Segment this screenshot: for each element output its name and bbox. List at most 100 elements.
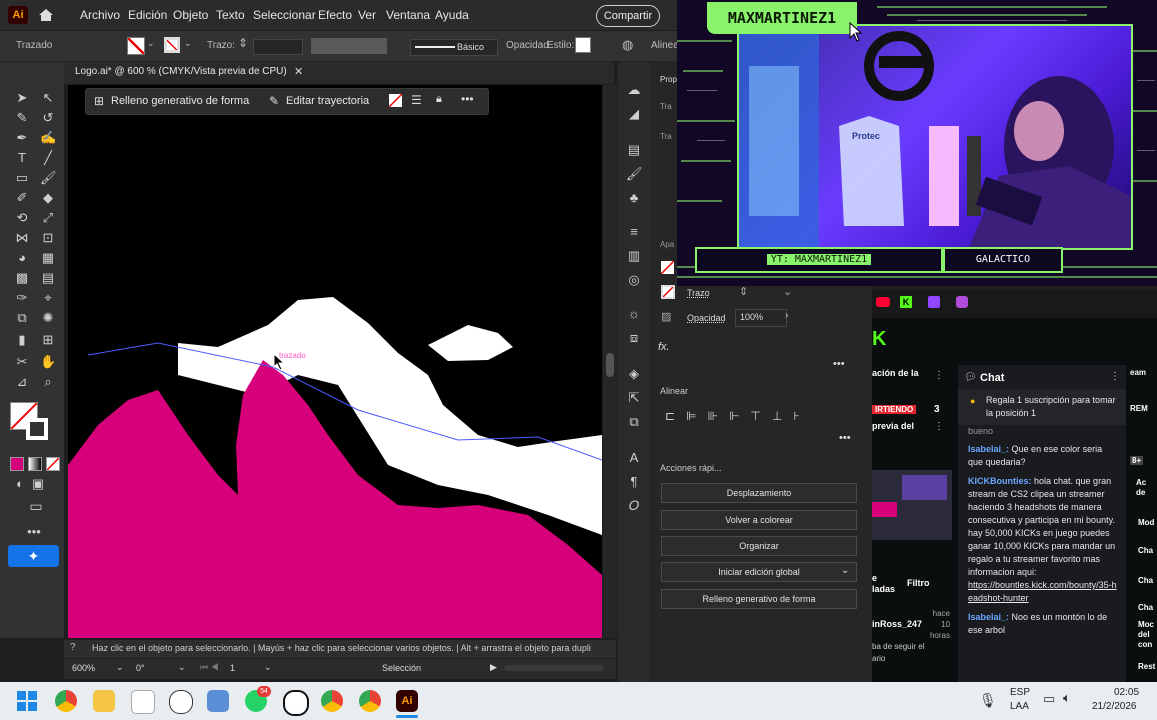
help-icon[interactable]: ? [70,642,76,653]
document-tab[interactable]: Logo.ai* @ 600 % (CMYK/Vista previa de C… [75,66,287,77]
filter-button[interactable]: Filtro [907,578,930,588]
share-button[interactable]: Compartir [596,5,660,27]
chevron-down-icon[interactable]: ⌄ [178,662,186,673]
more-options-icon[interactable]: ••• [833,358,845,370]
menu-efecto[interactable]: Efecto [318,8,352,22]
menu-texto[interactable]: Texto [216,8,245,22]
rectangle-tool-icon[interactable]: ▭ [14,170,30,186]
more-options-icon[interactable]: ⋮ [934,370,944,381]
properties-icon[interactable]: ◢ [626,106,642,122]
generative-fill-shape-button[interactable]: Relleno generativo de forma [661,589,857,609]
windows-start-icon[interactable] [16,690,38,712]
chevron-down-icon[interactable]: ⌄ [264,662,272,673]
network-icon[interactable]: ▭ [1043,691,1055,707]
extension-icon[interactable] [956,296,968,308]
mesh-tool-icon[interactable]: ▩ [14,270,30,286]
width-tool-icon[interactable]: ⋈ [14,230,30,246]
illustrator-taskbar-icon[interactable]: Ai [396,690,418,712]
eraser-icon[interactable]: ◆ [40,190,56,206]
free-transform-icon[interactable]: ⊡ [40,230,56,246]
direct-selection-icon[interactable]: ↖ [40,90,56,106]
type-tool-icon[interactable]: T [14,150,30,166]
menu-ventana[interactable]: Ventana [386,8,430,22]
none-mode-button[interactable] [46,457,60,471]
curvature-icon[interactable]: ✍ [40,130,56,146]
opentype-icon[interactable]: 𝑂 [626,498,642,514]
selection-tool-icon[interactable]: ➤ [14,90,30,106]
rotation-value[interactable]: 0° [136,663,145,673]
more-options-icon[interactable]: ⋮ [1110,371,1120,382]
stroke-label[interactable]: Trazo [687,288,710,298]
microphone-icon[interactable]: 🎙︎ [979,692,997,709]
edit-path-icon[interactable]: ✎ [269,94,279,108]
vertical-scrollbar[interactable] [603,85,617,638]
calculator-icon[interactable] [207,690,229,712]
close-icon[interactable]: ✕ [294,65,303,78]
print-tiling-icon[interactable]: ⊿ [14,374,30,390]
perspective-icon[interactable]: ▦ [40,250,56,266]
chat-username[interactable]: KICKBounties: [968,476,1032,486]
language-indicator[interactable]: ESP [1010,687,1030,698]
artboard-number[interactable]: 1 [230,663,235,673]
menu-ver[interactable]: Ver [358,8,376,22]
screen-mode-icon[interactable]: ▣ [30,476,46,492]
edit-path-button[interactable]: Editar trayectoria [286,95,369,107]
clock-date[interactable]: 21/2/2026 [1092,701,1137,712]
youtube-icon[interactable] [876,297,890,307]
fill-swatch[interactable] [127,37,145,55]
chevron-right-icon[interactable]: › [785,310,788,321]
measure-icon[interactable]: ⌖ [40,290,56,306]
stepper-icon[interactable]: ⇕ [739,285,748,298]
more-tools-icon[interactable]: ••• [26,524,42,540]
align-buttons-row[interactable]: ⊏⊫⊪⊩⊤⊥⊦ [665,409,845,425]
opacity-label[interactable]: Opacidad [506,40,549,51]
home-icon[interactable] [37,6,55,24]
slice-tool-icon[interactable]: ✂ [14,354,30,370]
scale-tool-icon[interactable]: ⤢ [40,210,56,226]
properties-tab[interactable]: Prop [660,75,677,84]
globe-icon[interactable]: ◍ [622,37,633,53]
artboard-tool-icon[interactable]: ⊞ [40,332,56,348]
volume-icon[interactable]: 🔈︎ [1063,690,1071,706]
layers-panel-icon[interactable]: ▤ [626,142,642,158]
snipping-tool-icon[interactable] [131,690,155,714]
chevron-down-icon[interactable]: ⌄ [184,38,192,49]
clock-time[interactable]: 02:05 [1114,687,1139,698]
scroll-thumb[interactable] [606,353,614,377]
chat-link[interactable]: https://bountles.kick.com/bounty/35-head… [968,579,1118,605]
more-options-icon[interactable]: ••• [839,432,851,444]
menu-archivo[interactable]: Archivo [80,8,120,22]
region-indicator[interactable]: LAA [1010,701,1029,712]
recolor-button[interactable]: Volver a colorear [661,510,857,530]
lock-icon[interactable]: 🔒︎ [436,93,442,106]
stroke-indicator[interactable] [26,418,48,440]
chrome-profile-icon[interactable] [321,690,343,712]
more-options-icon[interactable]: ⋮ [934,421,944,432]
follower-name[interactable]: inRoss_247 [872,619,922,629]
align-label[interactable]: Alinea [651,40,679,51]
character-icon[interactable]: A [626,450,642,466]
stepper-icon[interactable]: ⇕ [238,36,248,50]
appearance-fill-swatch[interactable] [660,260,675,275]
chevron-down-icon[interactable]: ⌄ [783,285,792,298]
pinned-gift-message[interactable]: ● Regala 1 suscripción para tomar la pos… [958,389,1126,425]
zoom-tool-icon[interactable]: ⌕ [40,374,56,390]
twitch-icon[interactable] [928,296,940,308]
artboards-icon[interactable]: ⧉ [626,414,642,430]
graphic-style-swatch[interactable] [575,37,591,53]
chat-username[interactable]: Isabelai_: [968,612,1009,622]
eyedropper-icon[interactable]: ✑ [14,290,30,306]
horizontal-scrollbar[interactable] [504,665,604,671]
magic-wand-icon[interactable]: ✎ [14,110,30,126]
fx-button[interactable]: fx. [658,341,670,353]
graphic-styles-icon[interactable]: ⧈ [626,330,642,346]
chrome-icon[interactable] [55,690,77,712]
stroke-swatch[interactable] [164,37,180,53]
shaper-icon[interactable]: ✐ [14,190,30,206]
draw-mode-icon[interactable]: ◐ [12,476,28,492]
symbol-sprayer-icon[interactable]: ✺ [40,310,56,326]
rotate-tool-icon[interactable]: ⟲ [14,210,30,226]
gradient-panel-icon[interactable]: ▥ [626,248,642,264]
hand-tool-icon[interactable]: ✋ [40,354,56,370]
global-edit-button[interactable]: Iniciar edición global [661,562,857,582]
